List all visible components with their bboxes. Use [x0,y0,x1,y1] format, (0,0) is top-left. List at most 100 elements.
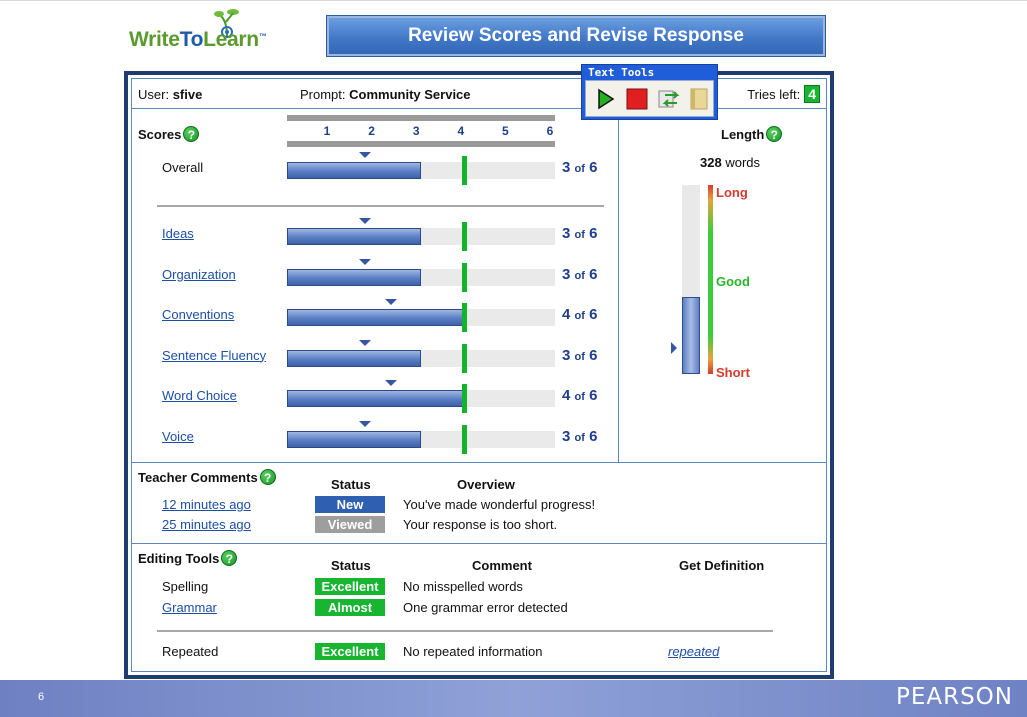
length-meter-fill [682,296,700,374]
score-track [287,430,555,448]
comment-overview: You've made wonderful progress! [403,497,596,512]
stop-icon[interactable] [624,86,650,112]
score-marker [358,420,371,427]
text-tools-title: Text Tools [588,66,655,79]
user-bar: User: sfive Prompt: Community Service Tr… [132,79,826,109]
editing-divider [157,630,773,632]
score-marker [358,218,371,224]
scale-number: 4 [457,124,465,138]
editing-tools-title: Editing Tools? [138,550,238,566]
length-scale [708,185,713,374]
editing-tools-panel: Editing Tools? Status Comment Get Defini… [132,543,826,671]
score-row: Ideas 3 of 6 [132,218,619,251]
comments-overview-header: Overview [457,477,515,492]
score-row: Sentence Fluency 3 of 6 [132,339,619,373]
text-tools-window[interactable]: Text Tools [581,64,718,120]
help-icon[interactable]: ? [259,469,276,485]
target-line [461,156,467,185]
teacher-comments-panel: Teacher Comments? Status Overview 12 min… [132,462,826,543]
score-marker [384,380,397,386]
length-panel: Length? 328 words Long Good Short [620,110,826,462]
score-value: 4 of 6 [562,387,598,404]
tool-comment: One grammar error detected [403,600,568,615]
page-number: 6 [38,691,45,703]
scale-bar-bottom [287,141,555,147]
score-value: 3 of 6 [562,159,598,176]
score-bar [287,228,421,245]
score-bar [287,162,421,179]
trait-link[interactable]: Sentence Fluency [162,348,266,363]
text-tools-body [585,80,714,117]
play-icon[interactable] [592,86,618,112]
score-marker [358,258,371,265]
score-track [287,309,555,326]
target-line [461,424,467,454]
score-value: 3 of 6 [562,427,598,445]
dictionary-icon[interactable] [686,86,712,112]
definition-link[interactable]: repeated [668,644,719,659]
pearson-logo: PEARSON [895,684,1013,710]
tries-count: 4 [804,85,820,103]
page-title: Review Scores and Revise Response [327,16,825,56]
trait-link[interactable]: Ideas [162,226,194,241]
target-line [461,303,467,332]
length-pointer [671,341,677,354]
length-meter [682,185,700,374]
score-label: Overall [162,160,204,175]
length-good-label: Good [716,274,750,289]
logo-text: WriteToLearn™ [129,28,267,51]
score-bar [287,390,466,407]
scale-number: 1 [323,124,331,138]
comments-status-header: Status [331,477,371,492]
user-info: User: sfive [138,87,203,102]
score-row: Word Choice 4 of 6 [132,380,619,413]
score-row: Voice 3 of 6 [132,420,619,454]
slide-edge [0,0,1027,1]
scores-panel: Scores? 1 2 3 4 5 6 Overall 3 of 6 Ideas 3 of 6… [132,110,619,462]
score-track [287,349,555,367]
word-count: 328 words [700,155,761,170]
tries-left: Tries left: 4 [747,85,820,103]
status-badge: Excellent [315,643,385,660]
help-icon[interactable]: ? [183,126,200,142]
score-track [287,162,555,179]
trait-link[interactable]: Organization [162,267,236,282]
score-value: 3 of 6 [562,265,598,283]
teacher-comments-title: Teacher Comments? [138,469,276,485]
status-badge: Viewed [315,516,385,533]
length-title: Length? [721,126,783,142]
comment-overview: Your response is too short. [403,517,558,532]
trait-link[interactable]: Conventions [162,307,234,322]
score-marker [358,152,371,158]
translate-icon[interactable] [656,86,682,112]
trait-link[interactable]: Word Choice [162,388,237,403]
help-icon[interactable]: ? [221,550,238,566]
scale-number: 5 [502,124,509,138]
score-track [287,390,555,407]
scores-title: Scores? [138,126,200,142]
scale-number: 2 [368,124,375,138]
score-marker [358,339,371,346]
comment-time-link[interactable]: 25 minutes ago [162,517,251,532]
score-row: Conventions 4 of 6 [132,299,619,332]
trait-link[interactable]: Voice [162,429,194,444]
score-value: 3 of 6 [562,225,598,242]
frame-inner: User: sfive Prompt: Community Service Tr… [131,78,827,672]
score-bar [287,349,421,367]
score-track [287,268,555,286]
score-value: 3 of 6 [562,346,598,364]
tool-comment: No repeated information [403,644,543,659]
score-bar [287,268,421,286]
target-line [461,384,467,413]
footer-bar: 6 PEARSON [0,680,1027,717]
help-icon[interactable]: ? [766,126,783,142]
target-line [461,343,467,373]
scale-number: 3 [412,124,420,138]
score-bar [287,309,466,326]
length-short-label: Short [716,365,750,380]
tool-link[interactable]: Grammar [162,600,217,615]
prompt-info: Prompt: Community Service [300,87,471,102]
comment-time-link[interactable]: 12 minutes ago [162,497,251,512]
score-row: Overall 3 of 6 [132,152,619,185]
scale-number: 6 [546,124,554,138]
